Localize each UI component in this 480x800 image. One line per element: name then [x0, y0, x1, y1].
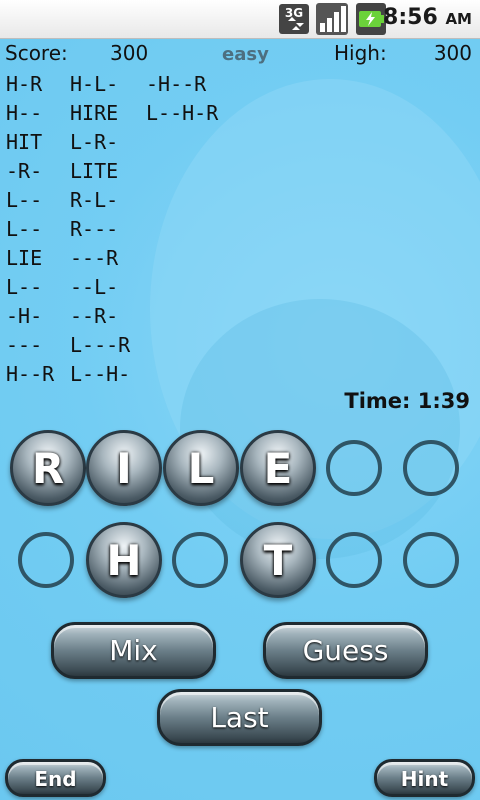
hint-button[interactable]: Hint: [374, 759, 475, 797]
word-slot: -H-: [6, 304, 43, 328]
3g-icon: 3G: [279, 4, 309, 34]
signal-icon: [316, 3, 348, 35]
word-column-3: -H--R L--H-R: [146, 70, 218, 128]
word-slot: --L-: [70, 275, 119, 299]
word-slot: L---R: [70, 333, 131, 357]
clock-time: 8:56: [383, 5, 438, 30]
word-column-1: H-R H-- HIT -R- L-- L-- LIE L-- -H- --- …: [6, 70, 54, 389]
word-column-2: H-L- HIRE L-R- LITE R-L- R--- ---R --L- …: [70, 70, 130, 389]
empty-tile-slot[interactable]: [326, 440, 382, 496]
difficulty-label: easy: [222, 44, 269, 65]
status-bar: 3G 8:56 AM: [0, 0, 480, 39]
background-swirl: [180, 299, 460, 559]
empty-tile-slot[interactable]: [403, 440, 459, 496]
letter-tile[interactable]: R: [10, 430, 86, 506]
svg-text:3G: 3G: [285, 6, 303, 20]
score-value: 300: [110, 41, 149, 65]
battery-charging-icon: [356, 3, 386, 35]
word-slot: LIE: [6, 246, 43, 270]
clock-ampm: AM: [445, 10, 472, 28]
tile-letter: H: [106, 535, 142, 585]
word-slot: L--: [6, 188, 43, 212]
tile-letter: E: [263, 443, 293, 493]
word-slot: R-L-: [70, 188, 119, 212]
word-slot: L--H-R: [146, 101, 219, 125]
end-button[interactable]: End: [5, 759, 106, 797]
timer: Time: 1:39: [344, 389, 470, 413]
high-score-label: High:: [334, 41, 387, 65]
empty-tile-slot[interactable]: [18, 532, 74, 588]
mix-button[interactable]: Mix: [51, 622, 216, 679]
word-slot: H-L-: [70, 72, 119, 96]
word-slot: LITE: [70, 159, 119, 183]
word-slot: H--R: [6, 362, 55, 386]
last-button[interactable]: Last: [157, 689, 322, 746]
empty-tile-slot[interactable]: [326, 532, 382, 588]
letter-tile[interactable]: E: [240, 430, 316, 506]
clock: 8:56 AM: [383, 5, 472, 30]
tile-letter: I: [116, 443, 132, 493]
empty-tile-slot[interactable]: [172, 532, 228, 588]
word-slot: H-R: [6, 72, 43, 96]
word-slot: ---: [6, 333, 43, 357]
tile-letter: R: [31, 443, 65, 493]
high-score-value: 300: [433, 41, 472, 65]
word-slot: HIT: [6, 130, 43, 154]
letter-tile[interactable]: T: [240, 522, 316, 598]
word-slot: HIRE: [70, 101, 119, 125]
letter-tile[interactable]: H: [86, 522, 162, 598]
score-label: Score:: [5, 41, 68, 65]
empty-tile-slot[interactable]: [403, 532, 459, 588]
tile-letter: T: [263, 535, 293, 585]
word-slot: --R-: [70, 304, 119, 328]
game-area: Score: 300 easy High: 300 H-R H-- HIT -R…: [0, 39, 480, 800]
tile-letter: L: [187, 443, 215, 493]
word-slot: L--: [6, 275, 43, 299]
word-slot: -R-: [6, 159, 43, 183]
letter-tile[interactable]: I: [86, 430, 162, 506]
word-slot: R---: [70, 217, 119, 241]
word-slot: ---R: [70, 246, 119, 270]
word-slot: -H--R: [146, 72, 207, 96]
letter-tile[interactable]: L: [163, 430, 239, 506]
word-slot: L-R-: [70, 130, 119, 154]
guess-button[interactable]: Guess: [263, 622, 428, 679]
word-slot: H--: [6, 101, 43, 125]
word-slot: L--H-: [70, 362, 131, 386]
word-slot: L--: [6, 217, 43, 241]
